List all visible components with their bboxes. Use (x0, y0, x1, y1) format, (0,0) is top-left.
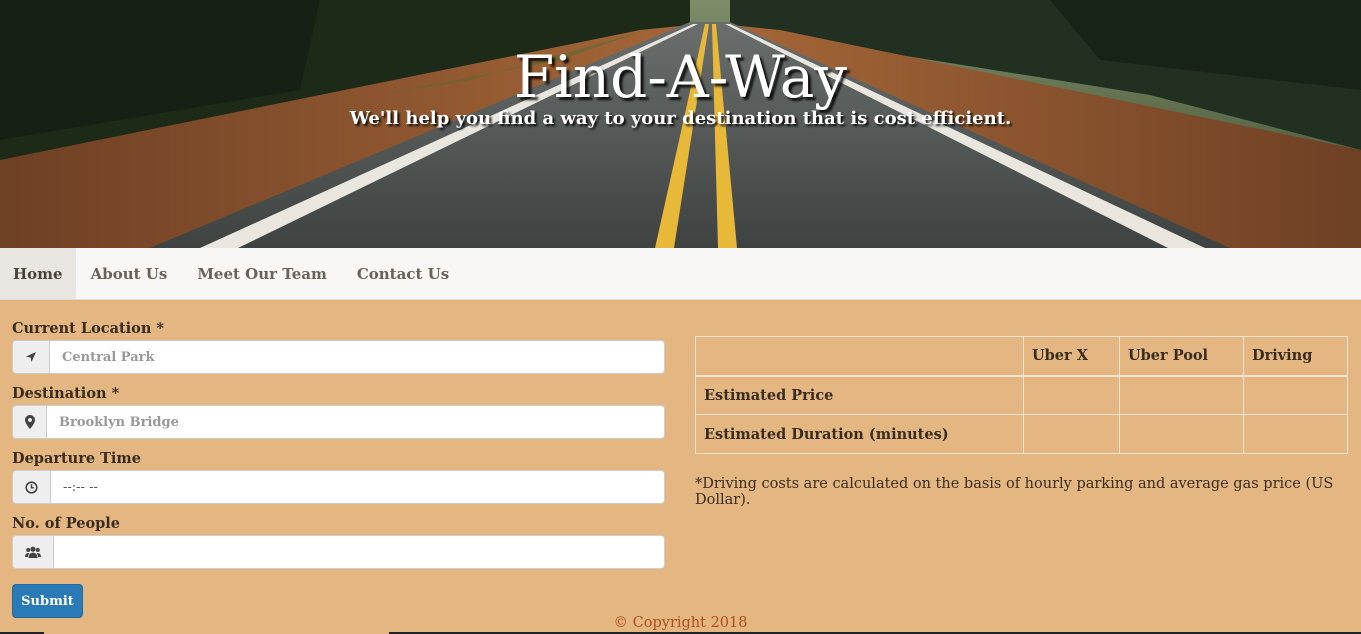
table-header-driving: Driving (1243, 336, 1348, 377)
current-location-label: Current Location * (12, 320, 165, 337)
destination-label: Destination * (12, 385, 120, 402)
nav-about-us[interactable]: About Us (76, 248, 183, 299)
cell-price-uber-pool (1119, 375, 1244, 415)
route-form: Current Location * Destination * Departu… (12, 316, 665, 618)
row-label-estimated-duration: Estimated Duration (minutes) (695, 414, 1024, 454)
cell-price-driving (1243, 375, 1348, 415)
table-row: Estimated Price (695, 375, 1348, 415)
nav-meet-our-team[interactable]: Meet Our Team (182, 248, 342, 299)
map-marker-icon (12, 405, 46, 439)
nav-home[interactable]: Home (0, 248, 76, 299)
site-title: Find-A-Way (513, 43, 848, 111)
clock-icon (12, 470, 50, 504)
site-subtitle: We'll help you find a way to your destin… (349, 108, 1012, 129)
nav-contact-us[interactable]: Contact Us (342, 248, 464, 299)
submit-button[interactable]: Submit (12, 584, 83, 618)
departure-time-label: Departure Time (12, 450, 141, 467)
location-arrow-icon (12, 340, 49, 374)
main-navbar: Home About Us Meet Our Team Contact Us (0, 248, 1361, 300)
departure-time-input[interactable]: --:-- -- (50, 470, 665, 504)
table-header-uber-x: Uber X (1023, 336, 1120, 377)
table-row: Estimated Duration (minutes) (695, 414, 1348, 454)
driving-cost-note: *Driving costs are calculated on the bas… (695, 476, 1334, 508)
copyright-text: © Copyright 2018 (613, 615, 748, 631)
table-header-row: Uber X Uber Pool Driving (695, 336, 1348, 377)
destination-group (12, 405, 665, 439)
current-location-input[interactable] (49, 340, 665, 374)
cell-duration-uber-pool (1119, 414, 1244, 454)
results-panel: Uber X Uber Pool Driving Estimated Price… (695, 336, 1348, 508)
price-comparison-table: Uber X Uber Pool Driving Estimated Price… (695, 336, 1348, 454)
table-header-empty (695, 336, 1024, 377)
cell-duration-uber-x (1023, 414, 1120, 454)
row-label-estimated-price: Estimated Price (695, 375, 1024, 415)
cell-price-uber-x (1023, 375, 1120, 415)
people-input[interactable] (53, 535, 665, 569)
current-location-group (12, 340, 665, 374)
people-group (12, 535, 665, 569)
table-header-uber-pool: Uber Pool (1119, 336, 1244, 377)
users-icon (12, 535, 53, 569)
people-label: No. of People (12, 515, 121, 532)
departure-time-group: --:-- -- (12, 470, 665, 504)
cell-duration-driving (1243, 414, 1348, 454)
hero-banner: Find-A-Way We'll help you find a way to … (0, 0, 1361, 248)
destination-input[interactable] (46, 405, 665, 439)
